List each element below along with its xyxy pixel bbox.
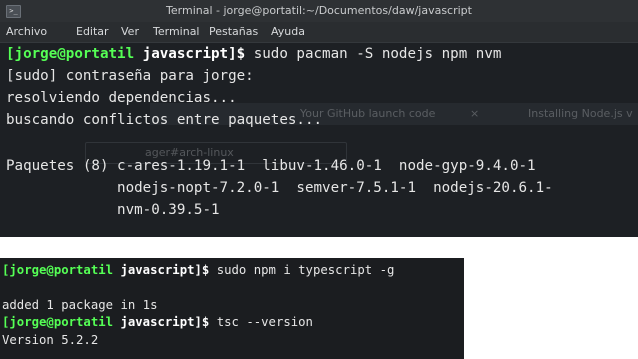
terminal2-line-output: Version 5.2.2 xyxy=(2,333,99,347)
prompt-dir: javascript]$ xyxy=(113,263,210,277)
menu-editar[interactable]: Editar xyxy=(76,25,109,38)
command-text: sudo pacman -S nodejs npm nvm xyxy=(245,46,502,62)
terminal-window-main: >_ Terminal - jorge@portatil:~/Documento… xyxy=(0,0,638,237)
menu-bar: Archivo Editar Ver Terminal Pestañas Ayu… xyxy=(0,22,638,43)
prompt-dir: javascript]$ xyxy=(134,46,246,62)
terminal-line: [sudo] contraseña para jorge: xyxy=(6,68,254,84)
menu-ver[interactable]: Ver xyxy=(121,25,139,38)
background-tab-nodejs: Installing Node.js v xyxy=(528,107,633,120)
terminal-window-secondary: [jorge@portatil javascript]$ sudo npm i … xyxy=(0,258,464,359)
terminal2-line-output: added 1 package in 1s xyxy=(2,298,158,312)
menu-archivo[interactable]: Archivo xyxy=(6,25,47,38)
menu-pestanas[interactable]: Pestañas xyxy=(209,25,258,38)
terminal-line-command: [jorge@portatil javascript]$ sudo pacman… xyxy=(6,45,501,63)
terminal-line: resolviendo dependencias... xyxy=(6,90,237,106)
prompt-dir: javascript]$ xyxy=(113,315,210,329)
terminal2-line-command: [jorge@portatil javascript]$ sudo npm i … xyxy=(2,263,394,278)
prompt-user: [jorge@portatil xyxy=(6,46,135,62)
menu-ayuda[interactable]: Ayuda xyxy=(271,25,305,38)
background-tab-close-icon: × xyxy=(470,107,480,120)
terminal-line-packages: nvm-0.39.5-1 xyxy=(6,202,220,218)
terminal2-line-command: [jorge@portatil javascript]$ tsc --versi… xyxy=(2,315,313,330)
terminal-line-packages: Paquetes (8) c-ares-1.19.1-1 libuv-1.46.… xyxy=(6,158,536,174)
window-titlebar[interactable]: >_ Terminal - jorge@portatil:~/Documento… xyxy=(0,0,638,22)
menu-terminal[interactable]: Terminal xyxy=(153,25,200,38)
command-text: tsc --version xyxy=(209,315,313,329)
terminal-line-packages: nodejs-nopt-7.2.0-1 semver-7.5.1-1 nodej… xyxy=(6,180,553,196)
command-text: sudo npm i typescript -g xyxy=(209,263,395,277)
prompt-user: [jorge@portatil xyxy=(2,315,114,329)
window-title: Terminal - jorge@portatil:~/Documentos/d… xyxy=(166,4,472,17)
terminal-line: buscando conflictos entre paquetes... xyxy=(6,112,323,128)
prompt-user: [jorge@portatil xyxy=(2,263,114,277)
